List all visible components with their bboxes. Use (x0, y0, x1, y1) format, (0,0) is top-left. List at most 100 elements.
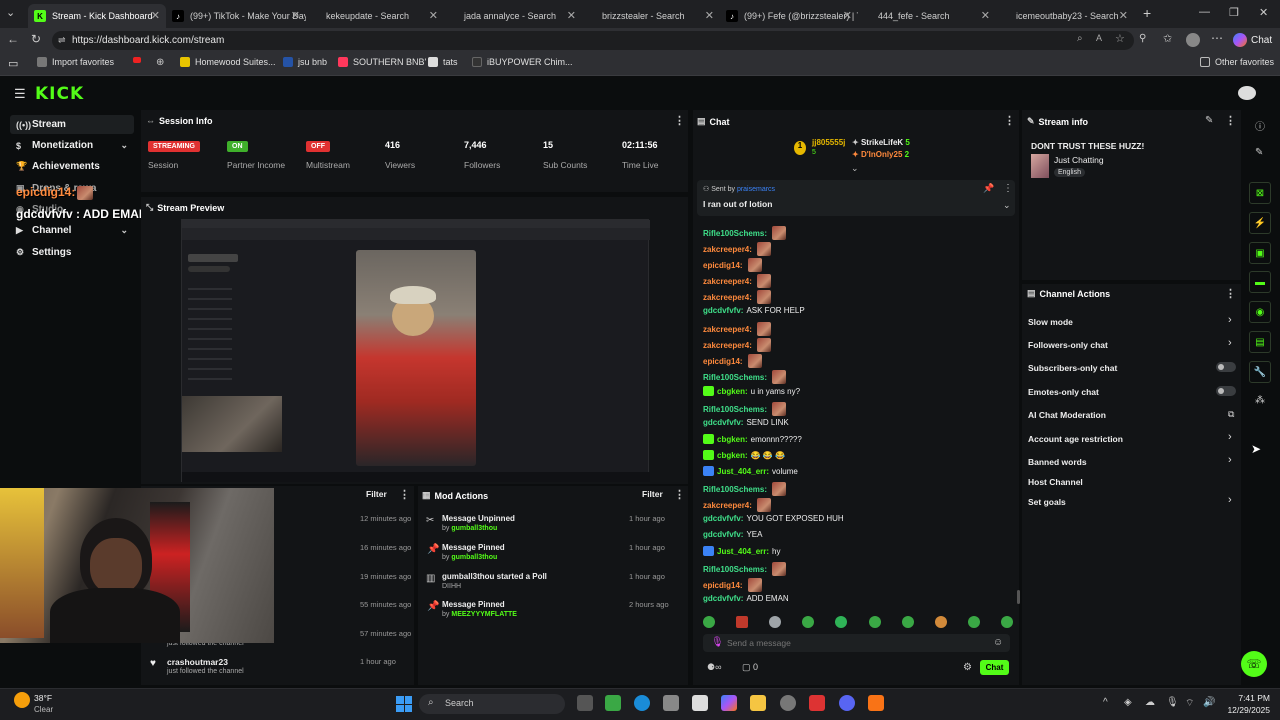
emote-icon[interactable] (802, 616, 815, 628)
store-icon[interactable] (663, 695, 679, 711)
chat-message[interactable]: gdcdvfvfv: ADD EMAN (703, 594, 789, 603)
chat-username[interactable]: zakcreeper4: (703, 245, 752, 254)
expand-gifters-icon[interactable]: ⌄ (851, 163, 859, 174)
chat-input[interactable] (727, 636, 987, 650)
hamburger-menu-icon[interactable]: ☰ (14, 86, 26, 102)
rail-button-chat[interactable]: ▬ (1249, 271, 1271, 293)
tray-cloud-icon[interactable]: ☁ (1145, 697, 1155, 708)
favorites-icon[interactable]: ✩ (1163, 32, 1172, 45)
emote-icon[interactable] (967, 616, 980, 628)
stream-info-more-icon[interactable]: ⋮ (1225, 114, 1236, 127)
mod-more-icon[interactable]: ⋮ (674, 488, 685, 501)
session-more-icon[interactable]: ⋮ (674, 114, 685, 127)
chat-settings-icon[interactable]: ⚙ (963, 662, 972, 673)
emoji-icon[interactable]: ☺ (993, 637, 1003, 648)
clock-date[interactable]: 12/29/2025 (1226, 705, 1270, 715)
copilot-chat-button[interactable]: Chat (1233, 32, 1272, 48)
share-icon[interactable]: ⁂ (1255, 395, 1265, 406)
edit-icon[interactable]: ✎ (1205, 115, 1213, 126)
chat-username[interactable]: Rifle100Schems: (703, 485, 767, 494)
steam-icon[interactable] (780, 695, 796, 711)
wifi-icon[interactable]: ⌔ (1185, 697, 1194, 710)
chat-message[interactable]: zakcreeper4: (703, 338, 771, 352)
chat-message[interactable]: zakcreeper4: (703, 290, 771, 304)
chat-scrollbar[interactable] (1017, 590, 1020, 604)
minimize-icon[interactable]: — (1199, 6, 1210, 18)
kick-logo[interactable]: KICK (35, 84, 84, 104)
more-menu-icon[interactable]: ⋯ (1211, 31, 1223, 45)
clock-time[interactable]: 7:41 PM (1226, 693, 1270, 703)
fav-import-favorites[interactable]: Import favorites (37, 57, 114, 67)
gifter-row[interactable]: ✦ StrikeLifeK 5 (852, 138, 910, 147)
extensions-icon[interactable]: ⚲ (1139, 33, 1146, 44)
pinned-message[interactable]: ⚇ Sent by praisemarcs I ran out of lotio… (697, 180, 1015, 216)
pin-icon[interactable]: 📌 (983, 183, 994, 194)
chat-username[interactable]: gdcdvfvfv: (703, 514, 743, 523)
fav-ibuypower[interactable]: iBUYPOWER Chim... (472, 57, 573, 67)
chat-message[interactable]: gdcdvfvfv: YEA (703, 530, 762, 539)
emote-icon[interactable] (736, 616, 749, 628)
mod-user[interactable]: gumball3thou (451, 554, 497, 561)
chat-username[interactable]: zakcreeper4: (703, 277, 752, 286)
support-chat-icon[interactable]: ☏ (1241, 651, 1267, 677)
rail-button-lightning[interactable]: ⚡ (1249, 212, 1271, 234)
chevron-right-icon[interactable]: › (1228, 337, 1232, 349)
fav-other-favorites[interactable]: Other favorites (1200, 57, 1274, 67)
emote-icon[interactable] (934, 616, 947, 628)
chat-username[interactable]: gdcdvfvfv: (703, 418, 743, 427)
chat-username[interactable]: Just_404_err: (717, 467, 769, 476)
close-icon[interactable]: ✕ (705, 9, 714, 22)
chat-message[interactable]: cbgken: u in yams ny? (703, 386, 800, 396)
new-tab-plus-icon[interactable]: + (1143, 5, 1151, 21)
chat-username[interactable]: Just_404_err: (717, 547, 769, 556)
external-link-icon[interactable]: ⧉ (1228, 409, 1234, 420)
chat-message[interactable]: gdcdvfvfv: SEND LINK (703, 418, 789, 427)
stream-category[interactable]: Just Chatting (1054, 155, 1104, 165)
channel-action-subscribers-only-chat[interactable]: Subscribers-only chat (1028, 363, 1117, 373)
sidebar-item-settings[interactable]: ⚙ Settings (10, 243, 134, 262)
chat-username[interactable]: Rifle100Schems: (703, 229, 767, 238)
fav-southern-bnb[interactable]: SOUTHERN BNB' (338, 57, 426, 67)
fav-youtube[interactable] (133, 57, 146, 63)
chat-message[interactable]: cbgken: emonnn????? (703, 434, 802, 444)
file-explorer-icon[interactable] (750, 695, 766, 711)
weather-icon[interactable] (14, 692, 30, 708)
chat-username[interactable]: gdcdvfvfv: (703, 306, 743, 315)
chat-username[interactable]: cbgken: (717, 435, 748, 444)
info-icon[interactable]: ⓘ (1255, 118, 1265, 133)
chat-message[interactable]: Rifle100Schems: (703, 226, 787, 240)
chat-username[interactable]: zakcreeper4: (703, 325, 752, 334)
fav-jsu-bnb[interactable]: jsu bnb (283, 57, 327, 67)
taskbar-search[interactable]: ⌕ Search (419, 694, 565, 714)
emote-icon[interactable] (703, 616, 715, 628)
profile-avatar[interactable] (1186, 33, 1200, 47)
sidebar-item-achievements[interactable]: 🏆 Achievements (10, 157, 134, 176)
chat-message[interactable]: Just_404_err: volume (703, 466, 798, 476)
emote-icon[interactable] (769, 616, 782, 628)
fav-homewood[interactable]: Homewood Suites... (180, 57, 276, 67)
chevron-down-icon[interactable]: ⌄ (1003, 200, 1011, 211)
chat-message[interactable]: Rifle100Schems: (703, 482, 787, 496)
chat-username[interactable]: gdcdvfvfv: (703, 594, 743, 603)
chat-input-box[interactable]: 🎙 ☺ (703, 634, 1010, 652)
toggle-switch[interactable] (1216, 362, 1236, 372)
task-view-icon[interactable] (577, 695, 593, 711)
chat-message[interactable]: zakcreeper4: (703, 322, 771, 336)
close-window-icon[interactable]: ✕ (1259, 6, 1268, 19)
pinned-more-icon[interactable]: ⋮ (1003, 183, 1013, 194)
chat-message[interactable]: zakcreeper4: (703, 274, 771, 288)
url-field[interactable]: ⇌ https://dashboard.kick.com/stream (52, 31, 1134, 50)
channel-action-set-goals[interactable]: Set goals (1028, 497, 1066, 507)
chat-username[interactable]: cbgken: (717, 387, 748, 396)
chevron-right-icon[interactable]: › (1228, 454, 1232, 466)
rail-button-broadcast[interactable]: ◉ (1249, 301, 1271, 323)
chat-username[interactable]: epicdig14: (703, 581, 743, 590)
notepad-icon[interactable] (692, 695, 708, 711)
emote-icon[interactable] (901, 616, 914, 628)
user-avatar[interactable] (1238, 86, 1256, 100)
mod-user[interactable]: MEEZYYYMFLATTE (451, 611, 517, 618)
activity-filter-button[interactable]: Filter (366, 489, 387, 499)
app-icon[interactable] (868, 695, 884, 711)
chat-username[interactable]: zakcreeper4: (703, 501, 752, 510)
chat-message[interactable]: Rifle100Schems: (703, 562, 787, 576)
